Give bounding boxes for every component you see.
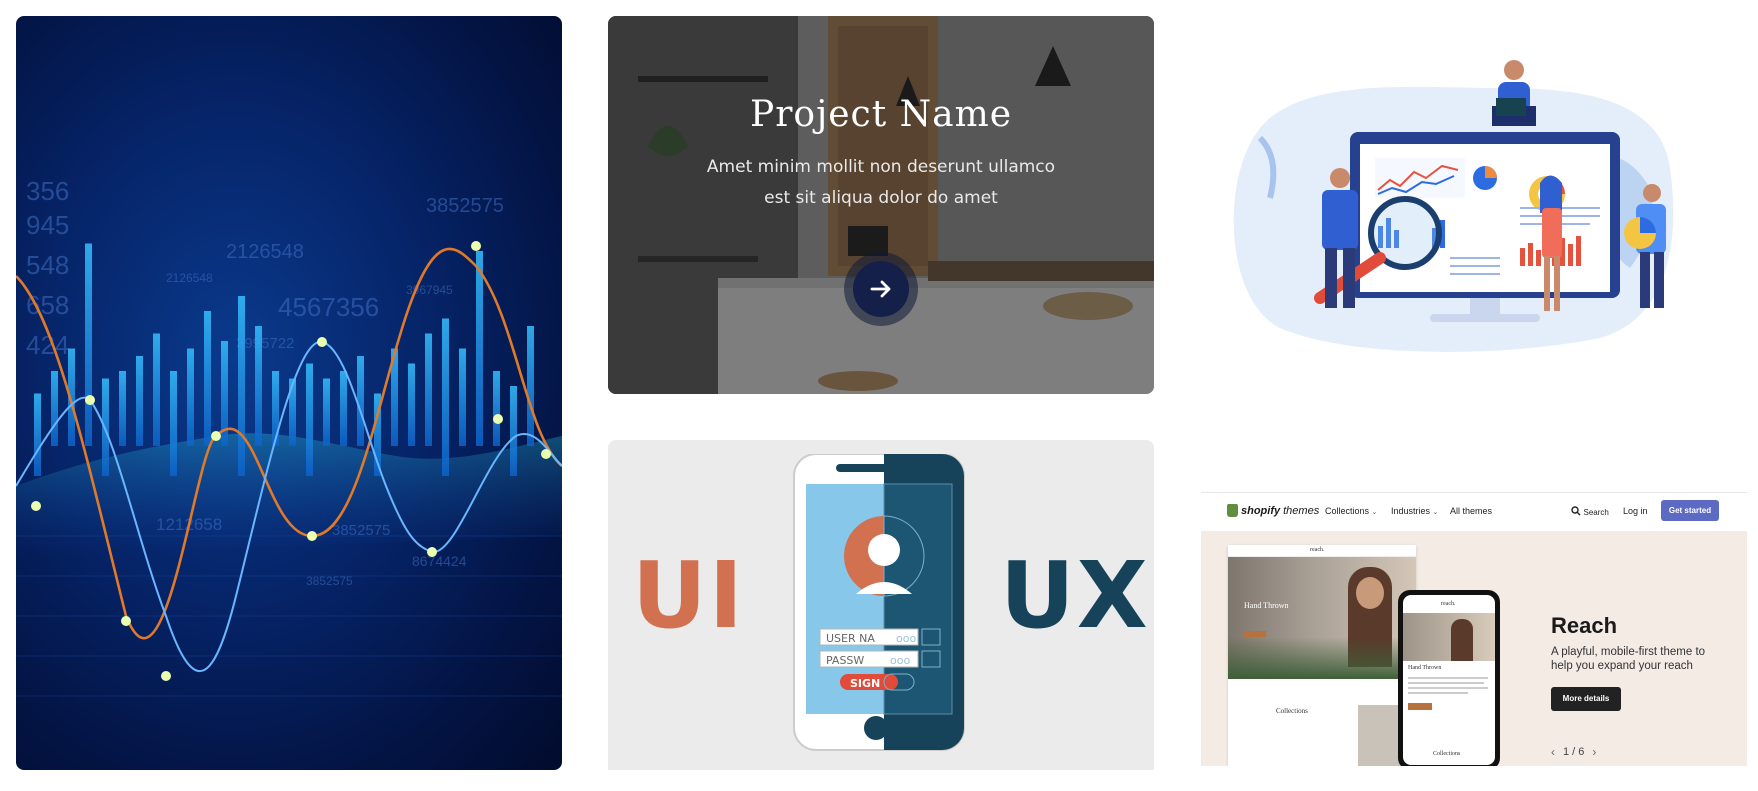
finance-bar <box>527 326 534 446</box>
sign-in-label: SIGN <box>850 677 880 690</box>
shopify-bag-icon <box>1227 504 1238 517</box>
desktop-hero-photo: Hand Thrown <box>1228 557 1416 679</box>
finance-bar <box>476 251 483 446</box>
arrow-right-icon <box>870 280 891 298</box>
more-details-button[interactable]: More details <box>1551 687 1621 711</box>
nav-collections-label: Collections <box>1325 506 1370 516</box>
carousel-pager: ‹ 1 / 6 › <box>1551 745 1596 759</box>
finance-bar <box>238 296 245 476</box>
phone-collections: Collections <box>1433 751 1461 757</box>
svg-text:ooo: ooo <box>890 654 910 667</box>
finance-bar <box>442 318 449 476</box>
nav-search[interactable]: Search <box>1571 506 1609 517</box>
finance-bar <box>119 371 126 446</box>
finance-chart-image[interactable]: 3852575 2126548 4567356 3995722 3967945 … <box>16 16 562 770</box>
finance-chart-graphic: 3852575 2126548 4567356 3995722 3967945 … <box>16 176 562 697</box>
finance-bar <box>85 243 92 446</box>
desktop-hero-text: Hand Thrown <box>1244 601 1289 610</box>
finance-bar <box>493 371 500 446</box>
finance-bar <box>187 348 194 446</box>
nav-search-label: Search <box>1583 508 1609 517</box>
finance-bar <box>102 378 109 476</box>
desktop-preview: reach. Hand Thrown Collections <box>1228 545 1416 766</box>
ux-label: UX <box>1000 542 1150 649</box>
shopify-logo-light: themes <box>1283 504 1320 517</box>
finance-bar <box>272 371 279 446</box>
phone-heading: Hand Thrown <box>1408 665 1442 671</box>
shopify-logo-bold: shopify <box>1241 504 1281 517</box>
finance-number: 356 <box>26 176 69 206</box>
finance-bar <box>357 356 364 446</box>
finance-bar <box>204 311 211 446</box>
finance-number: 548 <box>26 250 69 280</box>
theme-title: Reach <box>1551 613 1618 638</box>
password-field-label: PASSW <box>826 654 864 667</box>
chevron-right-icon[interactable]: › <box>1592 745 1596 759</box>
phone-brand: reach. <box>1441 601 1456 607</box>
finance-number: 8674424 <box>412 553 467 569</box>
project-card[interactable]: Project Name Amet minim mollit non deser… <box>608 16 1154 394</box>
portfolio-grid: 3852575 2126548 4567356 3995722 3967945 … <box>0 0 1758 791</box>
finance-number: 658 <box>26 290 69 320</box>
project-description: Amet minim mollit non deserunt ullamco e… <box>691 152 1071 214</box>
project-description-line: Amet minim mollit non deserunt ullamco <box>706 157 1056 177</box>
project-description-line: est sit aliqua dolor do amet <box>764 188 998 208</box>
project-open-button[interactable] <box>844 252 918 326</box>
chevron-down-icon: ⌄ <box>1432 509 1439 516</box>
finance-number: 2126548 <box>166 271 213 285</box>
get-started-button[interactable]: Get started <box>1661 500 1719 521</box>
shopify-themes-card[interactable]: shopify themes Collections ⌄ Industries … <box>1201 492 1747 766</box>
svg-text:ooo: ooo <box>896 632 916 645</box>
analytics-illustration[interactable] <box>1200 58 1690 358</box>
search-icon <box>1571 506 1581 516</box>
project-title: Project Name <box>749 94 1013 135</box>
finance-bar <box>34 393 41 476</box>
desktop-collections: Collections <box>1276 707 1308 715</box>
ui-label: UI <box>632 542 745 649</box>
phone-mockup: USER NA ooo PASSW ooo SIGN <box>793 454 965 751</box>
finance-number: 4567356 <box>278 292 379 322</box>
username-field-label: USER NA <box>826 632 875 645</box>
finance-bar <box>153 333 160 446</box>
nav-industries[interactable]: Industries ⌄ <box>1391 506 1438 516</box>
analytics-illustration-graphic <box>1233 60 1674 352</box>
finance-number: 3852575 <box>306 574 353 588</box>
nav-industries-label: Industries <box>1391 506 1431 516</box>
theme-description: A playful, mobile-first theme to help yo… <box>1551 646 1706 672</box>
project-open-button-inner <box>853 261 909 317</box>
chevron-down-icon: ⌄ <box>1371 509 1378 516</box>
finance-number: 2126548 <box>226 241 304 263</box>
finance-bar <box>425 333 432 446</box>
finance-bar <box>51 371 58 446</box>
desktop-brand: reach. <box>1310 547 1325 553</box>
chevron-left-icon[interactable]: ‹ <box>1551 745 1555 759</box>
finance-number: 3852575 <box>426 195 504 217</box>
finance-bar <box>136 356 143 446</box>
finance-bar <box>510 386 517 476</box>
finance-bar <box>340 371 347 446</box>
ui-ux-card[interactable]: UI UX USER NA ooo PASSW ooo SIGN <box>608 440 1154 770</box>
finance-number: 945 <box>26 210 69 240</box>
finance-bar <box>459 348 466 446</box>
shopify-hero: reach. Hand Thrown Collections reach. Ha… <box>1201 531 1747 766</box>
finance-bar <box>170 371 177 476</box>
finance-bar <box>408 363 415 446</box>
nav-collections[interactable]: Collections ⌄ <box>1325 506 1377 516</box>
finance-bar <box>255 326 262 446</box>
shopify-logo[interactable]: shopify themes <box>1227 504 1319 517</box>
nav-all-themes[interactable]: All themes <box>1450 506 1492 516</box>
carousel-page-indicator: 1 / 6 <box>1563 746 1585 758</box>
shopify-nav: shopify themes Collections ⌄ Industries … <box>1201 493 1747 531</box>
nav-login[interactable]: Log in <box>1623 506 1648 516</box>
finance-bar <box>306 363 313 476</box>
phone-preview: reach. Hand Thrown Collections <box>1398 590 1500 766</box>
finance-bar <box>323 378 330 446</box>
